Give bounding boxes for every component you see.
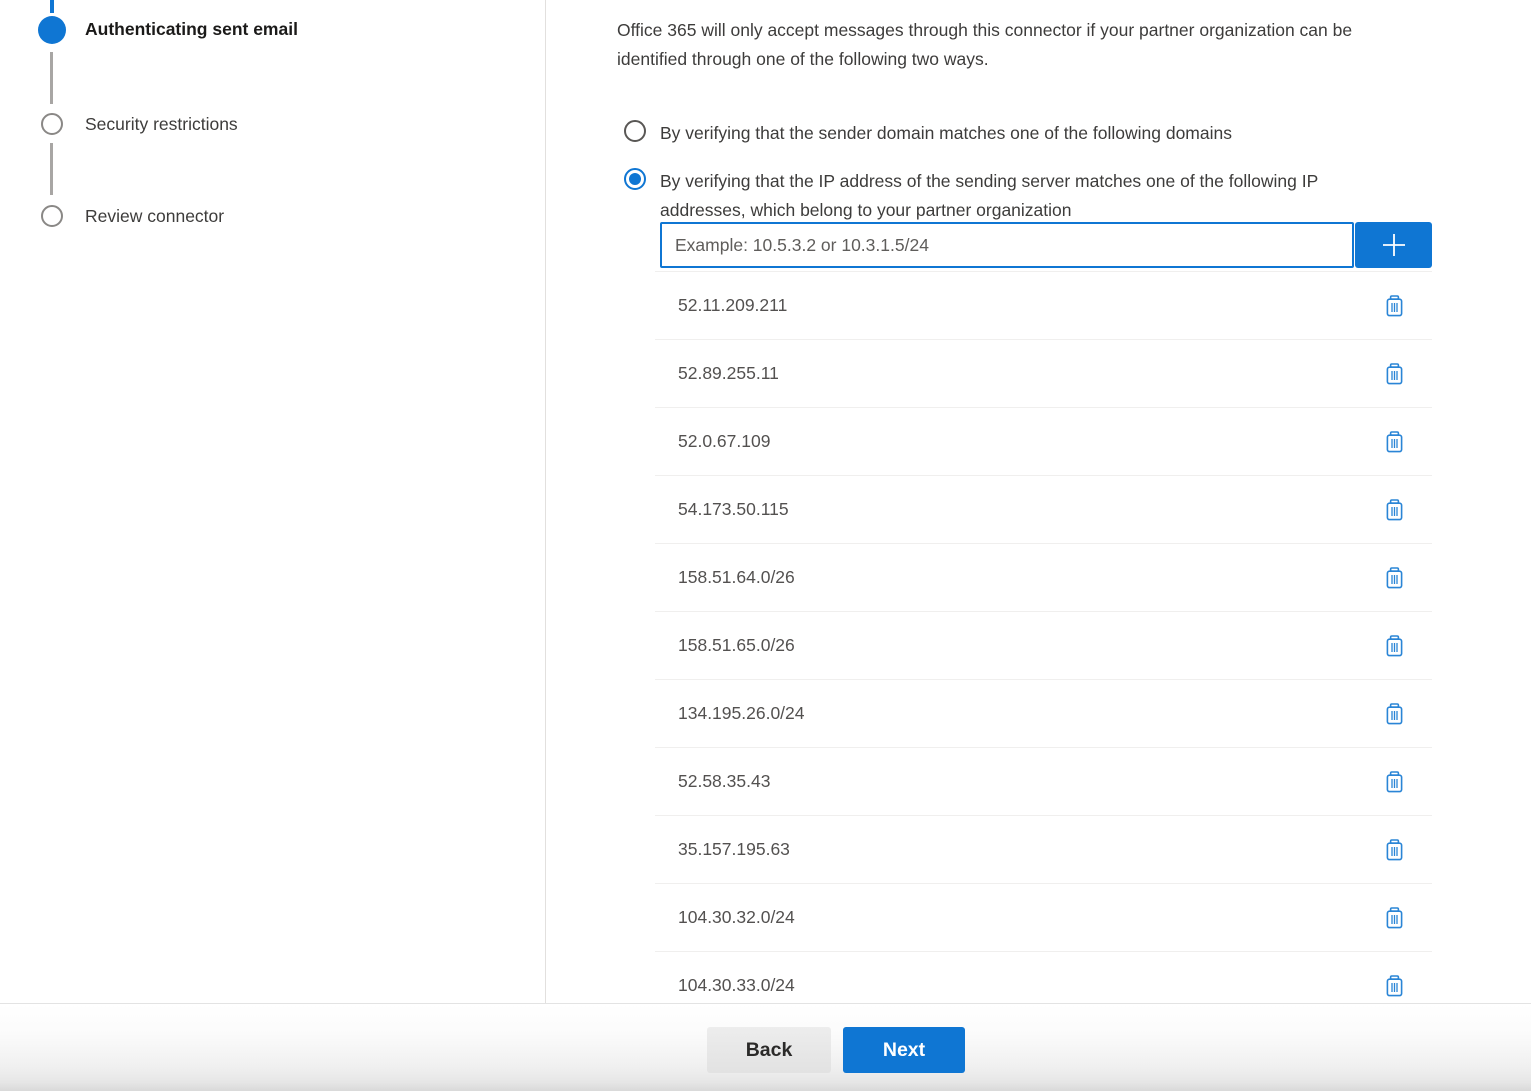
ip-list-row: 54.173.50.115 bbox=[655, 476, 1432, 544]
trash-icon bbox=[1385, 635, 1404, 657]
footer-bar: Back Next bbox=[0, 1003, 1531, 1091]
ip-address-value: 158.51.65.0/26 bbox=[678, 635, 795, 656]
plus-icon bbox=[1379, 230, 1409, 260]
ip-address-value: 52.58.35.43 bbox=[678, 771, 770, 792]
radio-sender-domain[interactable] bbox=[624, 120, 646, 142]
ip-address-value: 104.30.32.0/24 bbox=[678, 907, 795, 928]
ip-list-row: 35.157.195.63 bbox=[655, 816, 1432, 884]
active-step-circle-icon[interactable] bbox=[38, 16, 66, 44]
ip-address-value: 54.173.50.115 bbox=[678, 499, 789, 520]
radio-ip-label-line-2: addresses, which belong to your partner … bbox=[660, 196, 1318, 225]
radio-ip-address-label[interactable]: By verifying that the IP address of the … bbox=[660, 167, 1318, 224]
step-connector-line bbox=[50, 143, 53, 195]
ip-address-value: 52.89.255.11 bbox=[678, 363, 779, 384]
trash-icon bbox=[1385, 363, 1404, 385]
trash-icon bbox=[1385, 975, 1404, 997]
delete-ip-button[interactable] bbox=[1383, 497, 1406, 523]
radio-sender-domain-label[interactable]: By verifying that the sender domain matc… bbox=[660, 119, 1232, 148]
wizard-steps-panel: Authenticating sent email Security restr… bbox=[0, 0, 546, 1003]
radio-ip-label-line-1: By verifying that the IP address of the … bbox=[660, 167, 1318, 196]
delete-ip-button[interactable] bbox=[1383, 293, 1406, 319]
ip-list-row: 52.89.255.11 bbox=[655, 340, 1432, 408]
delete-ip-button[interactable] bbox=[1383, 973, 1406, 999]
intro-line-1: Office 365 will only accept messages thr… bbox=[617, 16, 1522, 45]
radio-ip-address[interactable] bbox=[624, 168, 646, 190]
ip-list-row: 158.51.64.0/26 bbox=[655, 544, 1432, 612]
intro-line-2: identified through one of the following … bbox=[617, 45, 1522, 74]
delete-ip-button[interactable] bbox=[1383, 633, 1406, 659]
trash-icon bbox=[1385, 567, 1404, 589]
delete-ip-button[interactable] bbox=[1383, 837, 1406, 863]
ip-address-value: 104.30.33.0/24 bbox=[678, 975, 795, 996]
delete-ip-button[interactable] bbox=[1383, 701, 1406, 727]
ip-list-row: 104.30.32.0/24 bbox=[655, 884, 1432, 952]
next-button[interactable]: Next bbox=[843, 1027, 965, 1073]
add-ip-button[interactable] bbox=[1355, 222, 1432, 268]
step-connector-line bbox=[50, 52, 53, 104]
trash-icon bbox=[1385, 295, 1404, 317]
ip-address-value: 52.11.209.211 bbox=[678, 295, 787, 316]
ip-list: 52.11.209.211 52.89.255.11 bbox=[655, 271, 1432, 1003]
empty-step-circle-icon[interactable] bbox=[41, 113, 63, 135]
ip-list-row: 52.58.35.43 bbox=[655, 748, 1432, 816]
trash-icon bbox=[1385, 839, 1404, 861]
back-button[interactable]: Back bbox=[707, 1027, 831, 1073]
delete-ip-button[interactable] bbox=[1383, 905, 1406, 931]
ip-list-row: 134.195.26.0/24 bbox=[655, 680, 1432, 748]
ip-list-row: 52.11.209.211 bbox=[655, 272, 1432, 340]
trash-icon bbox=[1385, 771, 1404, 793]
ip-list-row: 52.0.67.109 bbox=[655, 408, 1432, 476]
delete-ip-button[interactable] bbox=[1383, 429, 1406, 455]
empty-step-circle-icon[interactable] bbox=[41, 205, 63, 227]
trash-icon bbox=[1385, 703, 1404, 725]
step-security-restrictions[interactable]: Security restrictions bbox=[85, 114, 238, 135]
trash-icon bbox=[1385, 431, 1404, 453]
ip-address-value: 158.51.64.0/26 bbox=[678, 567, 795, 588]
ip-address-value: 35.157.195.63 bbox=[678, 839, 790, 860]
step-authenticating-sent-email[interactable]: Authenticating sent email bbox=[85, 19, 298, 40]
delete-ip-button[interactable] bbox=[1383, 361, 1406, 387]
step-review-connector[interactable]: Review connector bbox=[85, 206, 224, 227]
radio-selected-dot-icon bbox=[629, 173, 641, 185]
step-connector-top bbox=[50, 0, 54, 13]
intro-text: Office 365 will only accept messages thr… bbox=[617, 16, 1522, 74]
delete-ip-button[interactable] bbox=[1383, 769, 1406, 795]
delete-ip-button[interactable] bbox=[1383, 565, 1406, 591]
ip-address-value: 134.195.26.0/24 bbox=[678, 703, 805, 724]
ip-list-row: 104.30.33.0/24 bbox=[655, 952, 1432, 1003]
ip-list-row: 158.51.65.0/26 bbox=[655, 612, 1432, 680]
trash-icon bbox=[1385, 907, 1404, 929]
ip-address-value: 52.0.67.109 bbox=[678, 431, 770, 452]
trash-icon bbox=[1385, 499, 1404, 521]
ip-address-input[interactable] bbox=[660, 222, 1354, 268]
main-content: Office 365 will only accept messages thr… bbox=[617, 0, 1531, 1003]
